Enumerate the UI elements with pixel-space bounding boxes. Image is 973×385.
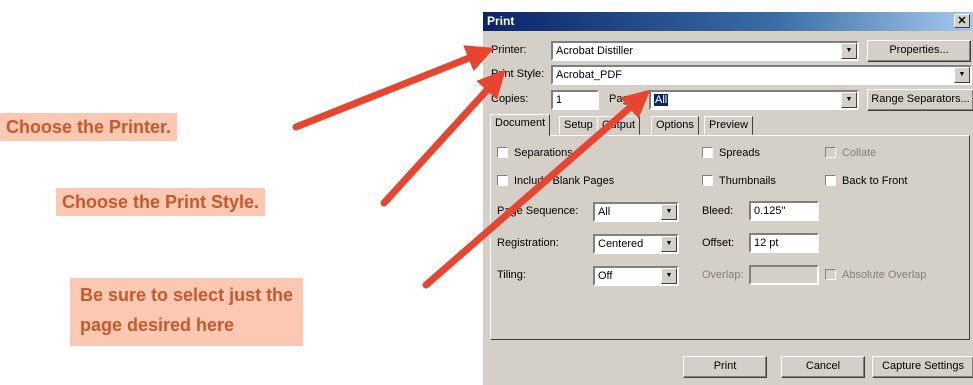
include-blank-pages-checkbox[interactable]: Include Blank Pages (497, 175, 614, 187)
absolute-overlap-checkbox[interactable]: Absolute Overlap (825, 269, 926, 281)
tab-strip: Document Setup Output Options Preview (490, 114, 970, 136)
page-sequence-value: All (598, 206, 611, 218)
checkbox-box[interactable] (497, 175, 508, 186)
tab-output[interactable]: Output (597, 116, 641, 135)
tab-preview[interactable]: Preview (704, 116, 754, 135)
printer-value: Acrobat Distiller (556, 45, 634, 57)
chevron-down-icon[interactable]: ▼ (661, 236, 677, 252)
chevron-down-icon[interactable]: ▼ (954, 67, 970, 83)
copies-value: 1 (556, 94, 563, 106)
tiling-label: Tiling: (497, 269, 526, 281)
back-to-front-label: Back to Front (842, 175, 908, 187)
thumbnails-label: Thumbnails (719, 175, 776, 187)
print-button[interactable]: Print (683, 356, 767, 378)
tab-options[interactable]: Options (651, 116, 699, 135)
checkbox-box[interactable] (702, 175, 713, 186)
spreads-label: Spreads (719, 147, 760, 159)
callout-select-page-line1: Be sure to select just the (80, 285, 294, 305)
close-icon: ✕ (957, 15, 967, 27)
callout-select-page-line2: page desired here (80, 315, 235, 335)
range-separators-button[interactable]: Range Separators... (867, 89, 973, 111)
thumbnails-checkbox[interactable]: Thumbnails (702, 175, 776, 187)
tiling-select[interactable]: Off ▼ (593, 266, 679, 286)
properties-button[interactable]: Properties... (867, 40, 971, 62)
collate-label: Collate (842, 147, 877, 159)
checkbox-box[interactable] (497, 147, 508, 158)
back-to-front-checkbox[interactable]: Back to Front (825, 175, 907, 187)
registration-select[interactable]: Centered ▼ (593, 234, 679, 254)
arrow-to-print-style (380, 69, 506, 207)
include-blank-pages-label: Include Blank Pages (514, 175, 615, 187)
tab-setup[interactable]: Setup (559, 116, 598, 135)
offset-input[interactable]: 12 pt (749, 233, 819, 253)
print-style-select[interactable]: Acrobat_PDF ▼ (551, 65, 972, 85)
chevron-down-icon[interactable]: ▼ (841, 92, 857, 108)
offset-label: Offset: (702, 237, 735, 249)
checkbox-box[interactable] (825, 175, 836, 186)
tab-document[interactable]: Document (490, 114, 551, 136)
capture-settings-button[interactable]: Capture Settings (872, 356, 973, 378)
page-sequence-select[interactable]: All ▼ (593, 202, 679, 222)
chevron-down-icon[interactable]: ▼ (661, 268, 677, 284)
bleed-value: 0.125" (754, 205, 786, 217)
dialog-title: Print (487, 14, 515, 28)
callout-choose-printer: Choose the Printer. (0, 113, 178, 141)
pages-value: All (654, 94, 669, 106)
separations-label: Separations (514, 147, 573, 159)
callout-choose-print-style: Choose the Print Style. (56, 188, 266, 216)
absolute-overlap-label: Absolute Overlap (842, 269, 927, 281)
close-button[interactable]: ✕ (954, 14, 970, 28)
checkbox-box[interactable] (825, 147, 836, 158)
spreads-checkbox[interactable]: Spreads (702, 147, 760, 159)
printer-label: Printer: (491, 44, 527, 56)
print-style-label: Print Style: (491, 68, 545, 80)
collate-checkbox[interactable]: Collate (825, 147, 876, 159)
chevron-down-icon[interactable]: ▼ (661, 204, 677, 220)
callout-select-page: Be sure to select just the page desired … (70, 278, 304, 346)
offset-value: 12 pt (754, 237, 779, 249)
tiling-value: Off (598, 270, 613, 282)
bleed-input[interactable]: 0.125" (749, 201, 819, 221)
print-style-value: Acrobat_PDF (556, 69, 623, 81)
checkbox-box[interactable] (825, 269, 836, 280)
copies-input[interactable]: 1 (551, 90, 599, 110)
pages-select[interactable]: All ▼ (649, 90, 859, 110)
page-sequence-label: Page Sequence: (497, 205, 579, 217)
printer-select[interactable]: Acrobat Distiller ▼ (551, 41, 859, 61)
title-bar: Print ✕ (483, 12, 973, 31)
registration-value: Centered (598, 238, 644, 250)
registration-label: Registration: (497, 237, 559, 249)
overlap-label: Overlap: (702, 269, 744, 281)
print-dialog: Print ✕ Printer: Acrobat Distiller ▼ Pro… (482, 11, 973, 385)
overlap-input[interactable] (749, 265, 819, 285)
chevron-down-icon[interactable]: ▼ (841, 43, 857, 59)
bleed-label: Bleed: (702, 205, 734, 217)
pages-label: Pages: (609, 93, 644, 105)
copies-label: Copies: (491, 93, 529, 105)
arrow-to-printer (292, 45, 495, 131)
cancel-button[interactable]: Cancel (781, 356, 865, 378)
separations-checkbox[interactable]: Separations (497, 147, 573, 159)
checkbox-box[interactable] (702, 147, 713, 158)
